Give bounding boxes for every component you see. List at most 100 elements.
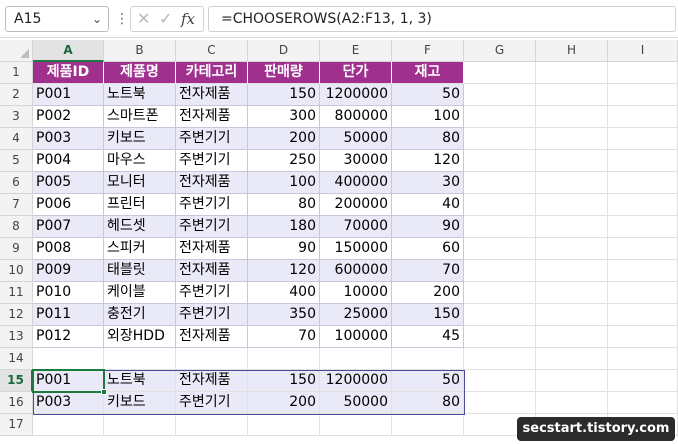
table-cell[interactable]: 90 [248, 238, 320, 260]
grid-cell[interactable] [536, 172, 608, 194]
grid-cell[interactable] [104, 348, 176, 370]
table-header-cell[interactable]: 단가 [320, 62, 392, 84]
grid-cell[interactable] [536, 62, 608, 84]
table-cell[interactable]: 150 [248, 84, 320, 106]
grid-cell[interactable] [464, 62, 536, 84]
table-cell[interactable]: 100 [392, 106, 464, 128]
row-header-9[interactable]: 9 [0, 238, 33, 260]
row-header-4[interactable]: 4 [0, 128, 33, 150]
x-icon[interactable]: ✕ [137, 9, 150, 28]
table-cell[interactable]: 전자제품 [176, 238, 248, 260]
row-header-2[interactable]: 2 [0, 84, 33, 106]
table-cell[interactable]: 노트북 [104, 84, 176, 106]
formula-input[interactable]: =CHOOSEROWS(A2:F13, 1, 3) [208, 6, 676, 32]
table-cell[interactable]: 외장HDD [104, 326, 176, 348]
table-cell[interactable]: 주변기기 [176, 128, 248, 150]
table-cell[interactable]: 전자제품 [176, 326, 248, 348]
table-cell[interactable]: 150000 [320, 238, 392, 260]
table-cell[interactable]: 50 [392, 84, 464, 106]
table-cell[interactable]: 모니터 [104, 172, 176, 194]
column-header-h[interactable]: H [536, 40, 608, 62]
table-cell[interactable]: 1200000 [320, 84, 392, 106]
grid-cell[interactable] [608, 304, 678, 326]
table-cell[interactable]: 헤드셋 [104, 216, 176, 238]
column-header-c[interactable]: C [176, 40, 248, 62]
grid-cell[interactable] [464, 304, 536, 326]
grid-cell[interactable] [33, 414, 104, 436]
column-header-g[interactable]: G [464, 40, 536, 62]
row-header-15[interactable]: 15 [0, 370, 33, 392]
grid-cell[interactable] [608, 172, 678, 194]
grid-cell[interactable] [536, 326, 608, 348]
table-cell[interactable]: P005 [33, 172, 104, 194]
grid-cell[interactable] [608, 128, 678, 150]
table-cell[interactable]: 키보드 [104, 128, 176, 150]
grid-cell[interactable] [176, 414, 248, 436]
grid-cell[interactable] [536, 194, 608, 216]
table-cell[interactable]: 600000 [320, 260, 392, 282]
grid-cell[interactable] [248, 414, 320, 436]
column-header-b[interactable]: B [104, 40, 176, 62]
row-header-16[interactable]: 16 [0, 392, 33, 414]
column-header-f[interactable]: F [392, 40, 464, 62]
column-header-i[interactable]: I [608, 40, 678, 62]
name-box[interactable]: A15 ⌄ [5, 6, 109, 32]
grid-cell[interactable] [464, 150, 536, 172]
grid-cell[interactable] [104, 414, 176, 436]
table-cell[interactable]: P004 [33, 150, 104, 172]
grid-cell[interactable] [536, 106, 608, 128]
grid-cell[interactable] [608, 150, 678, 172]
column-header-a[interactable]: A [33, 40, 104, 62]
table-header-cell[interactable]: 재고 [392, 62, 464, 84]
row-header-7[interactable]: 7 [0, 194, 33, 216]
grid-cell[interactable] [536, 260, 608, 282]
column-header-d[interactable]: D [248, 40, 320, 62]
table-cell[interactable]: 주변기기 [176, 150, 248, 172]
grid-cell[interactable] [608, 194, 678, 216]
row-header-11[interactable]: 11 [0, 282, 33, 304]
check-icon[interactable]: ✓ [159, 9, 172, 28]
table-cell[interactable]: 200000 [320, 194, 392, 216]
result-cell[interactable]: 주변기기 [176, 392, 248, 414]
grid-cell[interactable] [464, 216, 536, 238]
grid-cell[interactable] [536, 304, 608, 326]
table-cell[interactable]: 30 [392, 172, 464, 194]
table-cell[interactable]: 주변기기 [176, 194, 248, 216]
grid-cell[interactable] [464, 172, 536, 194]
row-header-12[interactable]: 12 [0, 304, 33, 326]
grid-cell[interactable] [464, 84, 536, 106]
table-cell[interactable]: P002 [33, 106, 104, 128]
table-cell[interactable]: 120 [248, 260, 320, 282]
row-header-3[interactable]: 3 [0, 106, 33, 128]
table-cell[interactable]: 케이블 [104, 282, 176, 304]
table-header-cell[interactable]: 판매량 [248, 62, 320, 84]
table-cell[interactable]: P011 [33, 304, 104, 326]
row-header-10[interactable]: 10 [0, 260, 33, 282]
grid-cell[interactable] [464, 282, 536, 304]
row-header-5[interactable]: 5 [0, 150, 33, 172]
fx-icon[interactable]: fx [181, 10, 195, 28]
table-cell[interactable]: 120 [392, 150, 464, 172]
table-cell[interactable]: 스마트폰 [104, 106, 176, 128]
grid-cell[interactable] [608, 326, 678, 348]
table-cell[interactable]: 45 [392, 326, 464, 348]
grid-cell[interactable] [320, 348, 392, 370]
table-cell[interactable]: 전자제품 [176, 260, 248, 282]
table-cell[interactable]: 전자제품 [176, 106, 248, 128]
row-header-17[interactable]: 17 [0, 414, 33, 436]
table-cell[interactable]: P003 [33, 128, 104, 150]
grid-cell[interactable] [392, 348, 464, 370]
column-header-e[interactable]: E [320, 40, 392, 62]
table-cell[interactable]: 100000 [320, 326, 392, 348]
table-cell[interactable]: 마우스 [104, 150, 176, 172]
table-cell[interactable]: 800000 [320, 106, 392, 128]
grid-cell[interactable] [608, 84, 678, 106]
grid-cell[interactable] [33, 348, 104, 370]
result-cell[interactable]: 50000 [320, 392, 392, 414]
grid-cell[interactable] [464, 326, 536, 348]
result-cell[interactable]: 150 [248, 370, 320, 392]
row-header-8[interactable]: 8 [0, 216, 33, 238]
row-header-13[interactable]: 13 [0, 326, 33, 348]
table-cell[interactable]: P010 [33, 282, 104, 304]
table-cell[interactable]: 10000 [320, 282, 392, 304]
